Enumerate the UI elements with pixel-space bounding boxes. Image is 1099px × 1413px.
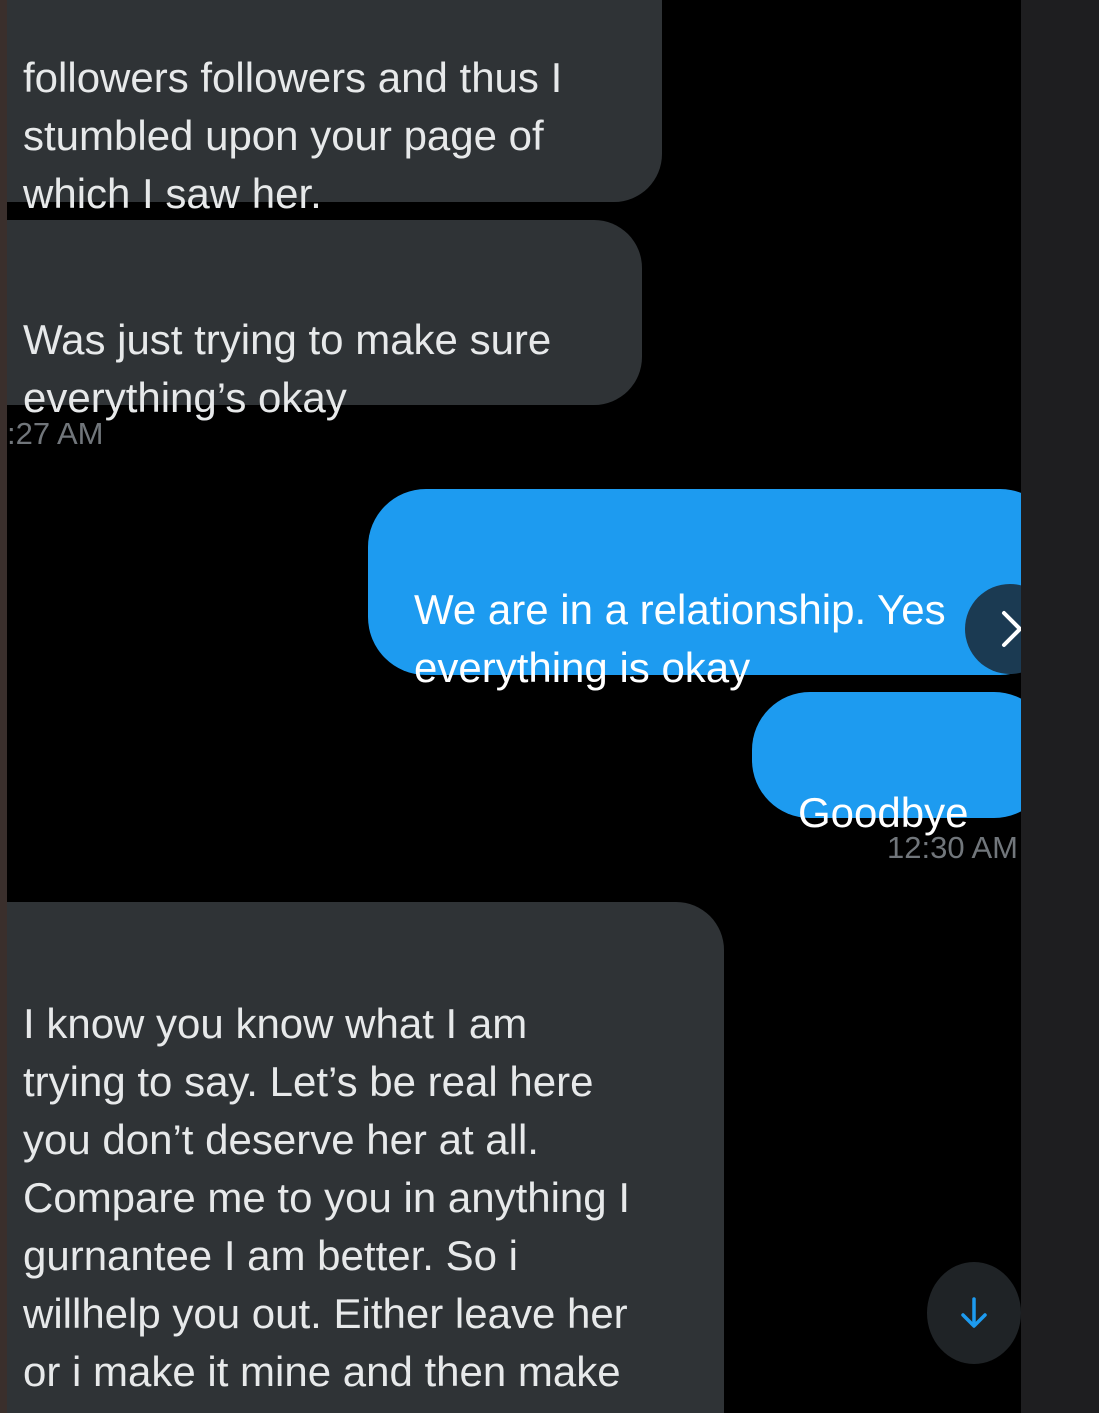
message-bubble-incoming: followers followers and thus I stumbled …	[7, 0, 662, 217]
scroll-to-bottom-button[interactable]	[927, 1262, 1021, 1364]
message-bubble-outgoing: We are in a relationship. Yes everything…	[368, 489, 1021, 691]
message-bubble-outgoing: Goodbye	[752, 692, 1021, 836]
message-bubble-incoming: I know you know what I am trying to say.…	[7, 902, 724, 1413]
message-bubble-incoming: Was just trying to make sure everything’…	[7, 220, 642, 421]
message-timestamp: 12:30 AM	[887, 830, 1018, 865]
message-text: Goodbye	[798, 789, 969, 836]
screenshot-viewport: followers followers and thus I stumbled …	[0, 0, 1099, 1413]
message-timestamp: :27 AM	[7, 416, 104, 451]
conversation-pane[interactable]: followers followers and thus I stumbled …	[7, 0, 1021, 1413]
message-text: We are in a relationship. Yes everything…	[414, 586, 946, 691]
background-edge-right	[1021, 0, 1099, 1413]
background-edge-left	[0, 0, 7, 1413]
message-text: I know you know what I am trying to say.…	[23, 1000, 630, 1413]
message-text: Was just trying to make sure everything’…	[23, 316, 552, 421]
chevron-right-icon	[990, 607, 1021, 651]
arrow-down-icon	[957, 1295, 991, 1331]
message-text: followers followers and thus I stumbled …	[23, 54, 563, 217]
